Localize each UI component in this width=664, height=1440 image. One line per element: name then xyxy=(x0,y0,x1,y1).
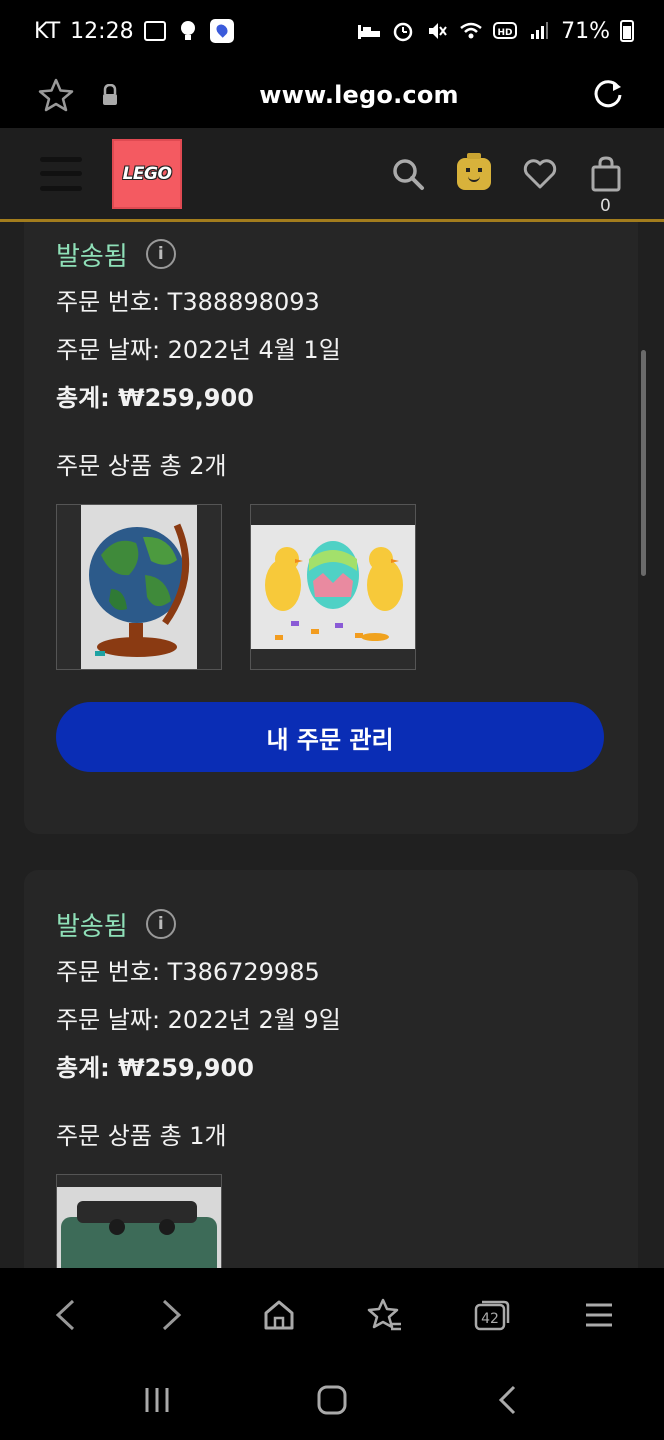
back-icon[interactable] xyxy=(35,1285,95,1345)
manage-order-button[interactable]: 내 주문 관리 xyxy=(56,702,604,772)
home-icon[interactable] xyxy=(249,1285,309,1345)
globe-image xyxy=(81,505,197,669)
browser-toolbar: 42 xyxy=(0,1270,664,1360)
header-icons: 0 xyxy=(390,152,624,216)
bookmark-star-icon[interactable] xyxy=(36,65,76,125)
battery-icon xyxy=(620,20,634,42)
bag-icon[interactable]: 0 xyxy=(588,155,624,216)
orders-content[interactable]: 발송됨 i 주문 번호: T388898093 주문 날짜: 2022년 4월 … xyxy=(0,222,664,1268)
system-navigation xyxy=(0,1360,664,1440)
order-card: 발송됨 i 주문 번호: T388898093 주문 날짜: 2022년 4월 … xyxy=(24,222,638,834)
order-date: 주문 날짜: 2022년 4월 1일 xyxy=(56,336,341,364)
order-status-row: 발송됨 i xyxy=(56,230,606,278)
product-thumbnail-chicks[interactable] xyxy=(250,504,416,670)
order-items-count: 주문 상품 총 1개 xyxy=(56,1122,227,1150)
bag-count: 0 xyxy=(600,195,611,216)
hd-voice-icon: HD xyxy=(493,19,518,43)
menu-icon[interactable] xyxy=(40,156,82,191)
mute-icon xyxy=(425,19,449,43)
recent-apps-icon[interactable] xyxy=(127,1370,187,1430)
order-thumbnails xyxy=(56,1174,606,1268)
account-minifig-icon[interactable] xyxy=(456,152,492,192)
carrier-label: KT xyxy=(34,18,61,44)
clock: 12:28 xyxy=(70,18,134,44)
system-back-icon[interactable] xyxy=(477,1370,537,1430)
system-home-icon[interactable] xyxy=(302,1370,362,1430)
browser-menu-icon[interactable] xyxy=(569,1285,629,1345)
order-status: 발송됨 xyxy=(56,911,128,942)
tabs-count: 42 xyxy=(481,1311,499,1327)
lock-icon[interactable] xyxy=(90,65,130,125)
product-thumbnail-typewriter[interactable] xyxy=(56,1174,222,1268)
product-thumbnail-globe[interactable] xyxy=(56,504,222,670)
vertical-scrollbar[interactable] xyxy=(641,350,646,576)
battery-percent: 71% xyxy=(561,18,610,44)
order-status: 발송됨 xyxy=(56,241,128,272)
tabs-icon[interactable]: 42 xyxy=(462,1285,522,1345)
bulb-notification-icon xyxy=(176,19,200,43)
order-items-count: 주문 상품 총 2개 xyxy=(56,452,227,480)
reload-icon[interactable] xyxy=(588,65,628,125)
url-text[interactable]: www.lego.com xyxy=(130,81,588,109)
forward-icon[interactable] xyxy=(142,1285,202,1345)
order-number: 주문 번호: T388898093 xyxy=(56,288,320,316)
typewriter-image xyxy=(57,1187,221,1268)
order-total: 총계: ₩259,900 xyxy=(56,384,254,412)
chicks-image xyxy=(251,525,415,649)
status-bar: KT 12:28 HD 71% xyxy=(0,0,664,62)
status-right: HD 71% xyxy=(357,19,634,44)
signal-icon xyxy=(527,19,551,43)
bookmarks-icon[interactable] xyxy=(355,1285,415,1345)
maps-notification-icon xyxy=(209,19,234,43)
info-icon[interactable]: i xyxy=(145,239,176,269)
order-date: 주문 날짜: 2022년 2월 9일 xyxy=(56,1006,341,1034)
browser-url-bar: www.lego.com xyxy=(0,62,664,128)
order-total: 총계: ₩259,900 xyxy=(56,1054,254,1082)
order-status-row: 발송됨 i xyxy=(56,900,606,948)
gallery-notification-icon xyxy=(143,21,166,41)
search-icon[interactable] xyxy=(390,156,426,192)
wishlist-heart-icon[interactable] xyxy=(522,156,558,192)
order-number: 주문 번호: T386729985 xyxy=(56,958,320,986)
info-icon[interactable]: i xyxy=(145,909,176,939)
logo-text: LEGO xyxy=(122,163,172,184)
wifi-icon xyxy=(459,19,483,43)
status-left: KT 12:28 xyxy=(34,19,357,44)
order-thumbnails xyxy=(56,504,606,670)
alarm-icon xyxy=(391,19,415,43)
site-header: LEGO 0 xyxy=(0,128,664,222)
order-card: 발송됨 i 주문 번호: T386729985 주문 날짜: 2022년 2월 … xyxy=(24,870,638,1268)
lego-logo[interactable]: LEGO xyxy=(112,138,182,209)
sleep-mode-icon xyxy=(357,19,381,43)
svg-text:HD: HD xyxy=(498,28,513,38)
